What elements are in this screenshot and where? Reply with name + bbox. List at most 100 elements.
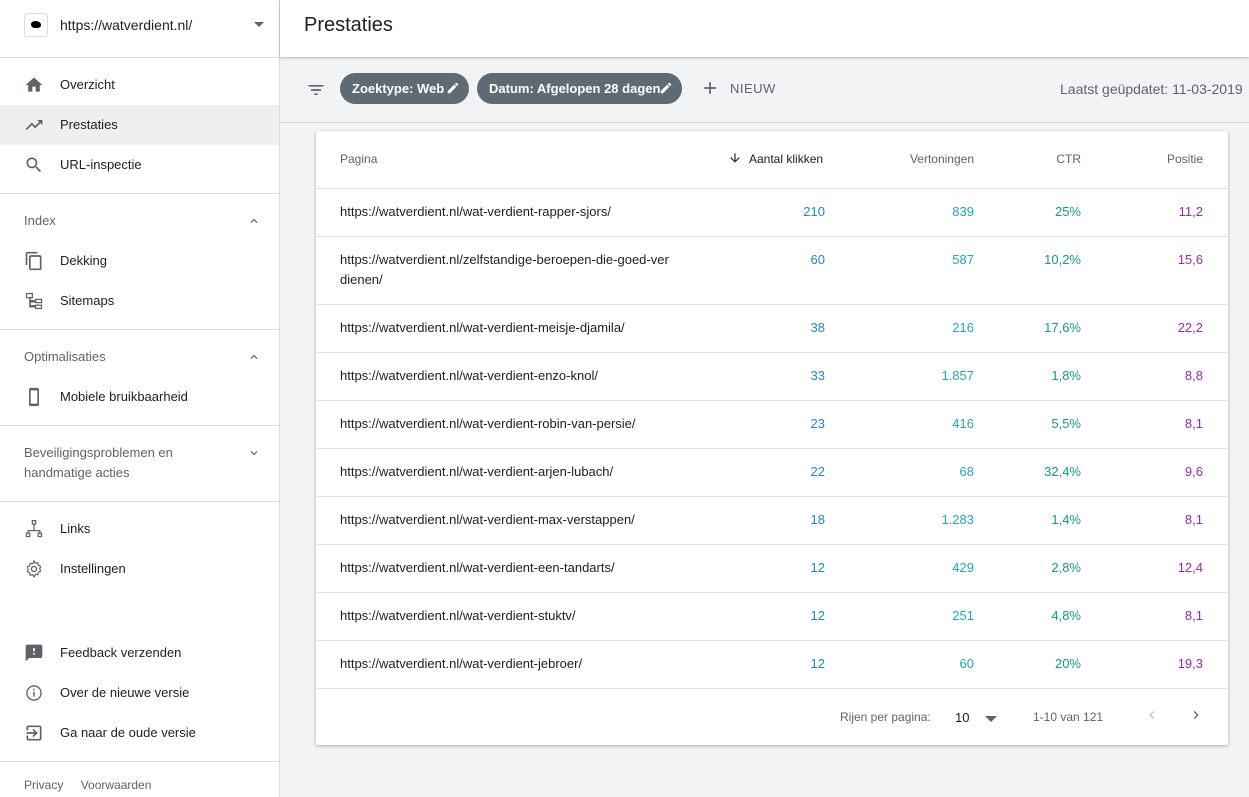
- filter-bar: Zoektype: Web Datum: Afgelopen 28 dagen …: [280, 58, 1249, 123]
- row-ctr: 4,8%: [1051, 608, 1081, 623]
- sidebar-item-label: Feedback verzenden: [60, 645, 182, 660]
- table-row[interactable]: https://watverdient.nl/wat-verdient-meis…: [316, 305, 1228, 353]
- chevron-down-icon: [254, 22, 264, 27]
- row-impressions: 839: [952, 204, 974, 219]
- table-row[interactable]: https://watverdient.nl/wat-verdient-rapp…: [316, 189, 1228, 237]
- sidebar-item-label: Sitemaps: [60, 293, 115, 308]
- column-header-position[interactable]: Positie: [1167, 152, 1203, 166]
- row-impressions: 68: [959, 464, 974, 479]
- row-position: 15,6: [1177, 252, 1203, 267]
- sidebar-item-label: Dekking: [60, 253, 107, 268]
- row-position: 19,3: [1177, 656, 1203, 671]
- row-position: 8,1: [1184, 608, 1203, 623]
- table-row[interactable]: https://watverdient.nl/zelfstandige-bero…: [316, 237, 1228, 305]
- divider: [0, 329, 279, 330]
- row-position: 11,2: [1178, 204, 1203, 219]
- row-clicks: 12: [810, 560, 825, 575]
- sidebar-item-links[interactable]: Links: [0, 509, 279, 549]
- divider: [0, 425, 279, 426]
- chevron-right-icon[interactable]: [1188, 707, 1204, 723]
- table-row[interactable]: https://watverdient.nl/wat-verdient-een-…: [316, 545, 1228, 593]
- edit-icon: [660, 82, 672, 94]
- chip-label: Zoektype: Web: [352, 81, 445, 96]
- rows-per-page-label: Rijen per pagina:: [840, 710, 931, 724]
- table-row[interactable]: https://watverdient.nl/wat-verdient-enzo…: [316, 353, 1228, 401]
- chevron-up-icon[interactable]: [247, 214, 261, 228]
- gear-icon: [26, 559, 42, 579]
- row-clicks: 33: [810, 368, 825, 383]
- table-row[interactable]: https://watverdient.nl/wat-verdient-robi…: [316, 401, 1228, 449]
- rows-per-page-select[interactable]: 10: [955, 710, 969, 725]
- row-clicks: 12: [810, 656, 825, 671]
- row-clicks: 18: [810, 512, 825, 527]
- chevron-up-icon[interactable]: [247, 350, 261, 364]
- divider: [0, 501, 279, 502]
- table-row[interactable]: https://watverdient.nl/wat-verdient-arje…: [316, 449, 1228, 497]
- row-clicks: 38: [810, 320, 825, 335]
- sidebar-item-label: Instellingen: [60, 561, 126, 576]
- property-url: https://watverdient.nl/: [60, 17, 193, 33]
- row-page-url: https://watverdient.nl/wat-verdient-enzo…: [340, 368, 598, 383]
- table-row[interactable]: https://watverdient.nl/wat-verdient-max-…: [316, 497, 1228, 545]
- search-icon: [26, 157, 42, 173]
- privacy-link[interactable]: Privacy: [24, 778, 63, 792]
- chevron-left-icon[interactable]: [1144, 707, 1160, 723]
- row-impressions: 416: [952, 416, 974, 431]
- sidebar-item-feedback[interactable]: Feedback verzenden: [0, 633, 279, 673]
- sidebar-item-label: Overzicht: [60, 77, 115, 92]
- terms-link[interactable]: Voorwaarden: [81, 778, 152, 792]
- row-ctr: 17,6%: [1044, 320, 1081, 335]
- row-position: 8,8: [1184, 368, 1203, 383]
- divider: [0, 193, 279, 194]
- property-selector[interactable]: https://watverdient.nl/: [0, 0, 279, 58]
- sidebar-item-settings[interactable]: Instellingen: [0, 549, 279, 589]
- row-page-url: https://watverdient.nl/wat-verdient-jebr…: [340, 656, 583, 671]
- date-chip[interactable]: Datum: Afgelopen 28 dagen: [477, 73, 682, 104]
- sidebar-item-coverage[interactable]: Dekking: [0, 241, 279, 281]
- row-position: 8,1: [1184, 416, 1203, 431]
- row-position: 8,1: [1184, 512, 1203, 527]
- row-page-url: https://watverdient.nl/wat-verdient-rapp…: [340, 204, 611, 219]
- column-header-clicks[interactable]: Aantal klikken: [749, 152, 823, 166]
- sidebar: https://watverdient.nl/ Overzicht Presta…: [0, 0, 280, 797]
- section-header-optimizations: Optimalisaties: [24, 349, 106, 364]
- row-page-url: https://watverdient.nl/wat-verdient-meis…: [340, 320, 625, 335]
- search-type-chip[interactable]: Zoektype: Web: [340, 73, 469, 104]
- row-page-url: https://watverdient.nl/wat-verdient-een-…: [340, 560, 615, 575]
- sidebar-item-sitemaps[interactable]: Sitemaps: [0, 281, 279, 321]
- column-header-impressions[interactable]: Vertoningen: [910, 152, 974, 166]
- pagination: Rijen per pagina: 10 1-10 van 121: [316, 689, 1228, 745]
- last-updated: Laatst geüpdatet: 11-03-2019: [1060, 81, 1243, 97]
- sidebar-item-url-inspection[interactable]: URL-inspectie: [0, 145, 279, 185]
- sidebar-item-mobile-usability[interactable]: Mobiele bruikbaarheid: [0, 377, 279, 417]
- table-row[interactable]: https://watverdient.nl/wat-verdient-jebr…: [316, 641, 1228, 689]
- sidebar-item-performance[interactable]: Prestaties: [0, 105, 279, 145]
- page-range: 1-10 van 121: [1033, 710, 1104, 724]
- sidebar-item-about-new[interactable]: Over de nieuwe versie: [0, 673, 279, 713]
- row-ctr: 32,4%: [1044, 464, 1081, 479]
- sidebar-item-label: Links: [60, 521, 91, 536]
- row-impressions: 587: [952, 252, 974, 267]
- table-row[interactable]: https://watverdient.nl/wat-verdient-stuk…: [316, 593, 1228, 641]
- sidebar-item-old-version[interactable]: Ga naar de oude versie: [0, 713, 279, 753]
- row-ctr: 1,4%: [1051, 512, 1081, 527]
- copy-icon: [25, 251, 42, 271]
- chevron-down-icon[interactable]: [985, 716, 997, 722]
- exit-to-app-icon: [26, 725, 42, 741]
- column-header-ctr[interactable]: CTR: [1056, 152, 1081, 166]
- filter-list-icon[interactable]: [306, 80, 326, 100]
- column-header-page[interactable]: Pagina: [340, 152, 377, 166]
- row-clicks: 12: [810, 608, 825, 623]
- sitemap-icon: [25, 292, 43, 310]
- section-header-security: Beveiligingsproblemen en handmatige acti…: [24, 445, 173, 480]
- row-page-url: https://watverdient.nl/wat-verdient-arje…: [340, 464, 614, 479]
- arrow-down-icon[interactable]: [728, 151, 742, 165]
- sidebar-item-label: Ga naar de oude versie: [60, 725, 196, 740]
- chevron-down-icon[interactable]: [247, 446, 261, 460]
- sidebar-item-label: Over de nieuwe versie: [60, 685, 190, 700]
- sidebar-item-overview[interactable]: Overzicht: [0, 65, 279, 105]
- row-position: 9,6: [1184, 464, 1203, 479]
- row-clicks: 60: [810, 252, 825, 267]
- smartphone-icon: [29, 387, 39, 407]
- row-position: 12,4: [1177, 560, 1203, 575]
